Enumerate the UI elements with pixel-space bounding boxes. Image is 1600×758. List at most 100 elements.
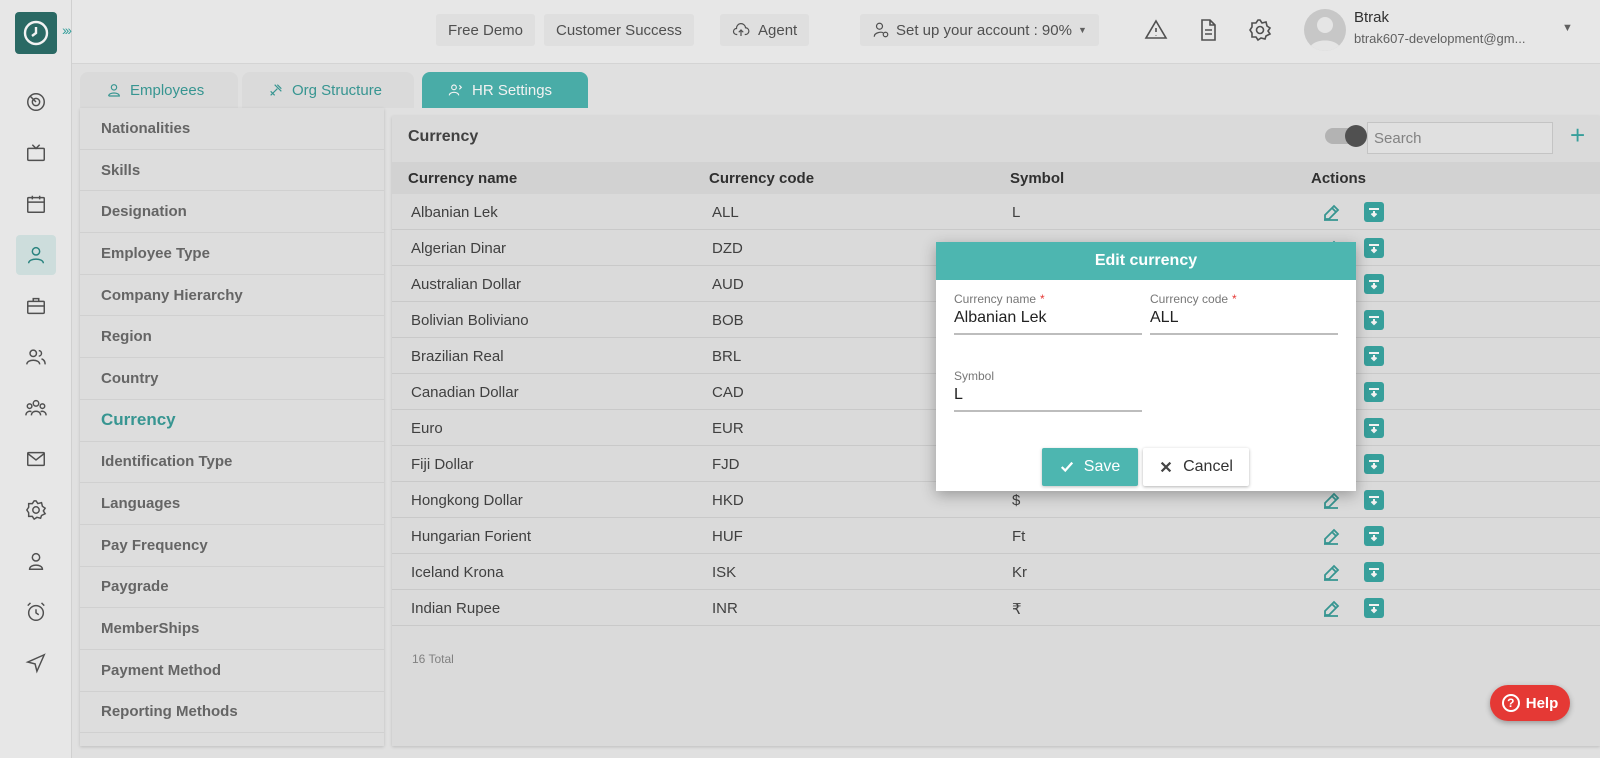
- alarm-icon[interactable]: [16, 592, 56, 632]
- setting-item-identification-type[interactable]: Identification Type: [80, 442, 384, 484]
- warning-icon[interactable]: [1144, 18, 1170, 44]
- archive-icon[interactable]: [1364, 238, 1384, 258]
- customer-success-button[interactable]: Customer Success: [544, 14, 694, 46]
- setting-item-country[interactable]: Country: [80, 358, 384, 400]
- currency-name-cell: Euro: [411, 420, 443, 437]
- agent-button[interactable]: Agent: [720, 14, 810, 46]
- archive-icon[interactable]: [1364, 598, 1384, 618]
- archive-icon[interactable]: [1364, 274, 1384, 294]
- profile-icon[interactable]: [16, 541, 56, 581]
- currency-code-cell: ISK: [712, 564, 737, 581]
- column-header-symbol[interactable]: Symbol: [1010, 170, 1064, 187]
- column-header-name[interactable]: Currency name: [408, 170, 517, 187]
- currency-code-field[interactable]: Currency code * ALL: [1150, 292, 1338, 335]
- currency-code-cell: DZD: [712, 240, 743, 257]
- setting-item-reporting-methods[interactable]: Reporting Methods: [80, 692, 384, 734]
- setting-item-designation[interactable]: Designation: [80, 191, 384, 234]
- table-row: Hungarian Forient HUF Ft: [392, 518, 1600, 554]
- setting-item-nationalities[interactable]: Nationalities: [80, 108, 384, 150]
- archive-icon[interactable]: [1364, 310, 1384, 330]
- symbol-cell: L: [1012, 204, 1021, 221]
- avatar[interactable]: [1304, 9, 1346, 51]
- users-settings-icon: [448, 84, 463, 96]
- left-nav-rail: ›››: [0, 0, 72, 758]
- symbol-cell: ₹: [1012, 601, 1022, 618]
- gear-icon[interactable]: [1248, 18, 1274, 44]
- settings-icon[interactable]: [16, 490, 56, 530]
- edit-icon[interactable]: [1322, 204, 1340, 222]
- table-row: Albanian Lek ALL L: [392, 194, 1600, 230]
- archive-icon[interactable]: [1364, 382, 1384, 402]
- team-icon[interactable]: [16, 337, 56, 377]
- setting-item-pay-frequency[interactable]: Pay Frequency: [80, 525, 384, 567]
- currency-name-cell: Indian Rupee: [411, 600, 501, 617]
- currency-name-cell: Fiji Dollar: [411, 456, 474, 473]
- tab-org-structure[interactable]: Org Structure: [242, 72, 414, 108]
- briefcase-icon[interactable]: [16, 286, 56, 326]
- setting-item-paygrade[interactable]: Paygrade: [80, 567, 384, 609]
- archive-icon[interactable]: [1364, 418, 1384, 438]
- currency-code-input[interactable]: ALL: [1150, 309, 1338, 335]
- edit-icon[interactable]: [1322, 528, 1340, 546]
- symbol-input[interactable]: L: [954, 386, 1142, 412]
- check-icon: [1060, 461, 1073, 473]
- setting-item-employee-type[interactable]: Employee Type: [80, 233, 384, 275]
- mail-icon[interactable]: [16, 439, 56, 479]
- currency-name-cell: Hungarian Forient: [411, 528, 532, 545]
- archive-icon[interactable]: [1364, 346, 1384, 366]
- symbol-field[interactable]: Symbol L: [954, 369, 1142, 412]
- currency-name-input[interactable]: Albanian Lek: [954, 309, 1142, 335]
- help-button[interactable]: ? Help: [1490, 685, 1570, 721]
- group-icon[interactable]: [16, 388, 56, 428]
- edit-icon[interactable]: [1322, 564, 1340, 582]
- currency-name-cell: Australian Dollar: [411, 276, 522, 293]
- setting-item-currency[interactable]: Currency: [80, 400, 384, 442]
- tv-icon[interactable]: [16, 133, 56, 173]
- currency-code-cell: FJD: [712, 456, 740, 473]
- column-header-code[interactable]: Currency code: [709, 170, 814, 187]
- archive-icon[interactable]: [1364, 202, 1384, 222]
- top-bar: Free Demo Customer Success Agent Set up …: [72, 0, 1600, 64]
- tab-hr-settings-label: HR Settings: [472, 81, 553, 99]
- dashboard-icon[interactable]: [16, 82, 56, 122]
- currency-code-cell: ALL: [712, 204, 739, 221]
- setup-account-dropdown[interactable]: Set up your account : 90% ▼: [860, 14, 1099, 46]
- cancel-button[interactable]: Cancel: [1143, 448, 1249, 486]
- cancel-label: Cancel: [1183, 458, 1233, 475]
- setting-item-languages[interactable]: Languages: [80, 483, 384, 525]
- send-icon[interactable]: [16, 643, 56, 683]
- expand-nav-icon[interactable]: ›››: [62, 22, 72, 38]
- archive-icon[interactable]: [1364, 490, 1384, 510]
- save-label: Save: [1083, 458, 1121, 475]
- employee-icon[interactable]: [16, 235, 56, 275]
- tab-employees[interactable]: Employees: [80, 72, 238, 108]
- currency-name-cell: Iceland Krona: [411, 564, 504, 581]
- currency-name-field[interactable]: Currency name * Albanian Lek: [954, 292, 1142, 335]
- setting-item-region[interactable]: Region: [80, 316, 384, 359]
- archive-icon[interactable]: [1364, 526, 1384, 546]
- setting-item-payment-method[interactable]: Payment Method: [80, 650, 384, 692]
- archive-icon[interactable]: [1364, 562, 1384, 582]
- free-demo-button[interactable]: Free Demo: [436, 14, 536, 46]
- close-icon: [1160, 461, 1172, 473]
- save-button[interactable]: Save: [1042, 448, 1138, 486]
- setting-item-skills[interactable]: Skills: [80, 150, 384, 192]
- add-currency-button[interactable]: +: [1570, 122, 1585, 148]
- archive-toggle[interactable]: [1325, 125, 1367, 147]
- user-name[interactable]: Btrak: [1354, 9, 1389, 26]
- document-icon[interactable]: [1196, 18, 1222, 44]
- tab-hr-settings[interactable]: HR Settings: [422, 72, 588, 108]
- archive-icon[interactable]: [1364, 454, 1384, 474]
- user-menu-chevron-icon[interactable]: ▼: [1562, 22, 1573, 34]
- currency-code-cell: INR: [712, 600, 738, 617]
- setting-item-company-hierarchy[interactable]: Company Hierarchy: [80, 275, 384, 317]
- edit-icon[interactable]: [1322, 600, 1340, 618]
- setting-item-memberships[interactable]: MemberShips: [80, 608, 384, 650]
- currency-code-cell: HUF: [712, 528, 743, 545]
- currency-name-cell: Bolivian Boliviano: [411, 312, 529, 329]
- edit-icon[interactable]: [1322, 492, 1340, 510]
- app-logo[interactable]: [15, 12, 57, 54]
- calendar-icon[interactable]: [16, 184, 56, 224]
- user-email[interactable]: btrak607-development@gm...: [1354, 31, 1525, 46]
- search-input[interactable]: [1367, 122, 1553, 154]
